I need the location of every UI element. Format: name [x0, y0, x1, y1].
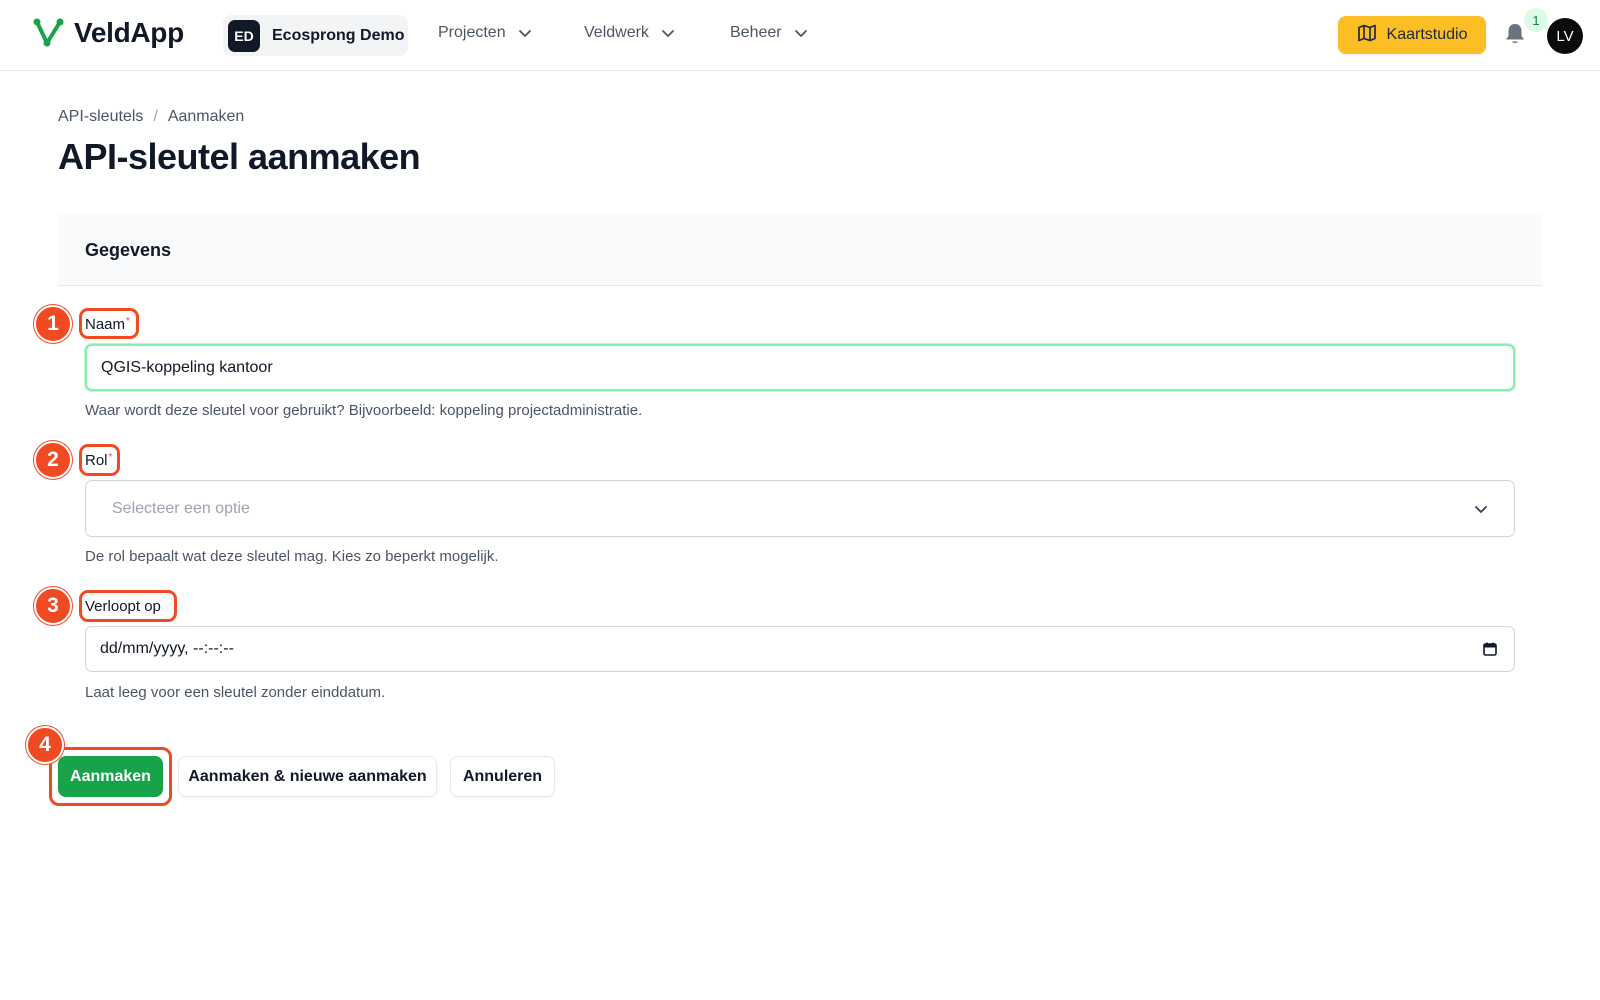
nav-label: Veldwerk — [584, 24, 649, 41]
notification-count-badge: 1 — [1524, 8, 1548, 32]
aanmaken-nieuwe-button[interactable]: Aanmaken & nieuwe aanmaken — [178, 756, 437, 797]
naam-input[interactable]: QGIS-koppeling kantoor — [85, 344, 1515, 391]
verloopt-hint: Laat leeg voor een sleutel zonder eindda… — [85, 684, 386, 701]
top-navigation: VeldApp ED Ecosprong Demo Projecten Veld… — [0, 0, 1600, 71]
naam-label-text: Naam — [85, 316, 126, 333]
breadcrumb-current: Aanmaken — [167, 108, 245, 125]
chevron-down-icon — [794, 26, 808, 40]
user-avatar[interactable]: LV — [1547, 18, 1583, 54]
rol-label: Rol* — [85, 452, 112, 469]
chevron-down-icon — [1474, 502, 1488, 521]
naam-input-value: QGIS-koppeling kantoor — [101, 358, 273, 376]
nav-beheer[interactable]: Beheer — [730, 24, 808, 42]
verloopt-label: Verloopt op — [85, 598, 161, 615]
chevron-down-icon — [661, 26, 675, 40]
required-mark: * — [126, 316, 130, 327]
map-icon — [1357, 23, 1377, 48]
tenant-avatar: ED — [228, 19, 260, 52]
app-name: VeldApp — [74, 17, 184, 48]
kaartstudio-button[interactable]: Kaartstudio — [1338, 16, 1486, 54]
section-header: Gegevens — [58, 214, 1542, 286]
required-mark: * — [108, 452, 113, 463]
breadcrumb-api-sleutels[interactable]: API-sleutels — [58, 108, 143, 126]
calendar-icon[interactable] — [1482, 641, 1498, 662]
tenant-name: Ecosprong Demo — [272, 26, 405, 44]
naam-label: Naam* — [85, 316, 130, 333]
verloopt-datetime-input[interactable]: dd/mm/yyyy, --:--:-- — [85, 626, 1515, 672]
tenant-switcher[interactable]: ED Ecosprong Demo — [223, 15, 408, 56]
breadcrumb-separator: / — [153, 108, 158, 125]
bell-icon[interactable] — [1504, 22, 1526, 51]
nav-label: Projecten — [438, 24, 506, 41]
annotation-marker-1: 1 — [34, 305, 72, 343]
verloopt-placeholder: dd/mm/yyyy, --:--:-- — [100, 640, 234, 657]
annotation-marker-2: 2 — [34, 441, 72, 479]
aanmaken-button[interactable]: Aanmaken — [58, 756, 163, 797]
brand[interactable]: VeldApp — [32, 17, 184, 49]
breadcrumb: API-sleutels / Aanmaken — [58, 108, 244, 126]
chevron-down-icon — [518, 26, 532, 40]
annotation-marker-4: 4 — [26, 726, 64, 764]
naam-hint: Waar wordt deze sleutel voor gebruikt? B… — [85, 402, 643, 419]
rol-label-text: Rol — [85, 452, 108, 469]
rol-hint: De rol bepaalt wat deze sleutel mag. Kie… — [85, 548, 499, 565]
section-title: Gegevens — [85, 240, 172, 260]
annuleren-button[interactable]: Annuleren — [450, 756, 555, 797]
annotation-marker-3: 3 — [34, 587, 72, 625]
kaartstudio-label: Kaartstudio — [1386, 26, 1468, 43]
nav-veldwerk[interactable]: Veldwerk — [584, 24, 675, 42]
nav-projecten[interactable]: Projecten — [438, 24, 532, 42]
veldapp-logo-icon — [32, 17, 66, 49]
rol-select-placeholder: Selecteer een optie — [112, 499, 250, 517]
nav-label: Beheer — [730, 24, 782, 41]
page-title: API-sleutel aanmaken — [58, 136, 421, 177]
rol-select[interactable]: Selecteer een optie — [85, 480, 1515, 537]
